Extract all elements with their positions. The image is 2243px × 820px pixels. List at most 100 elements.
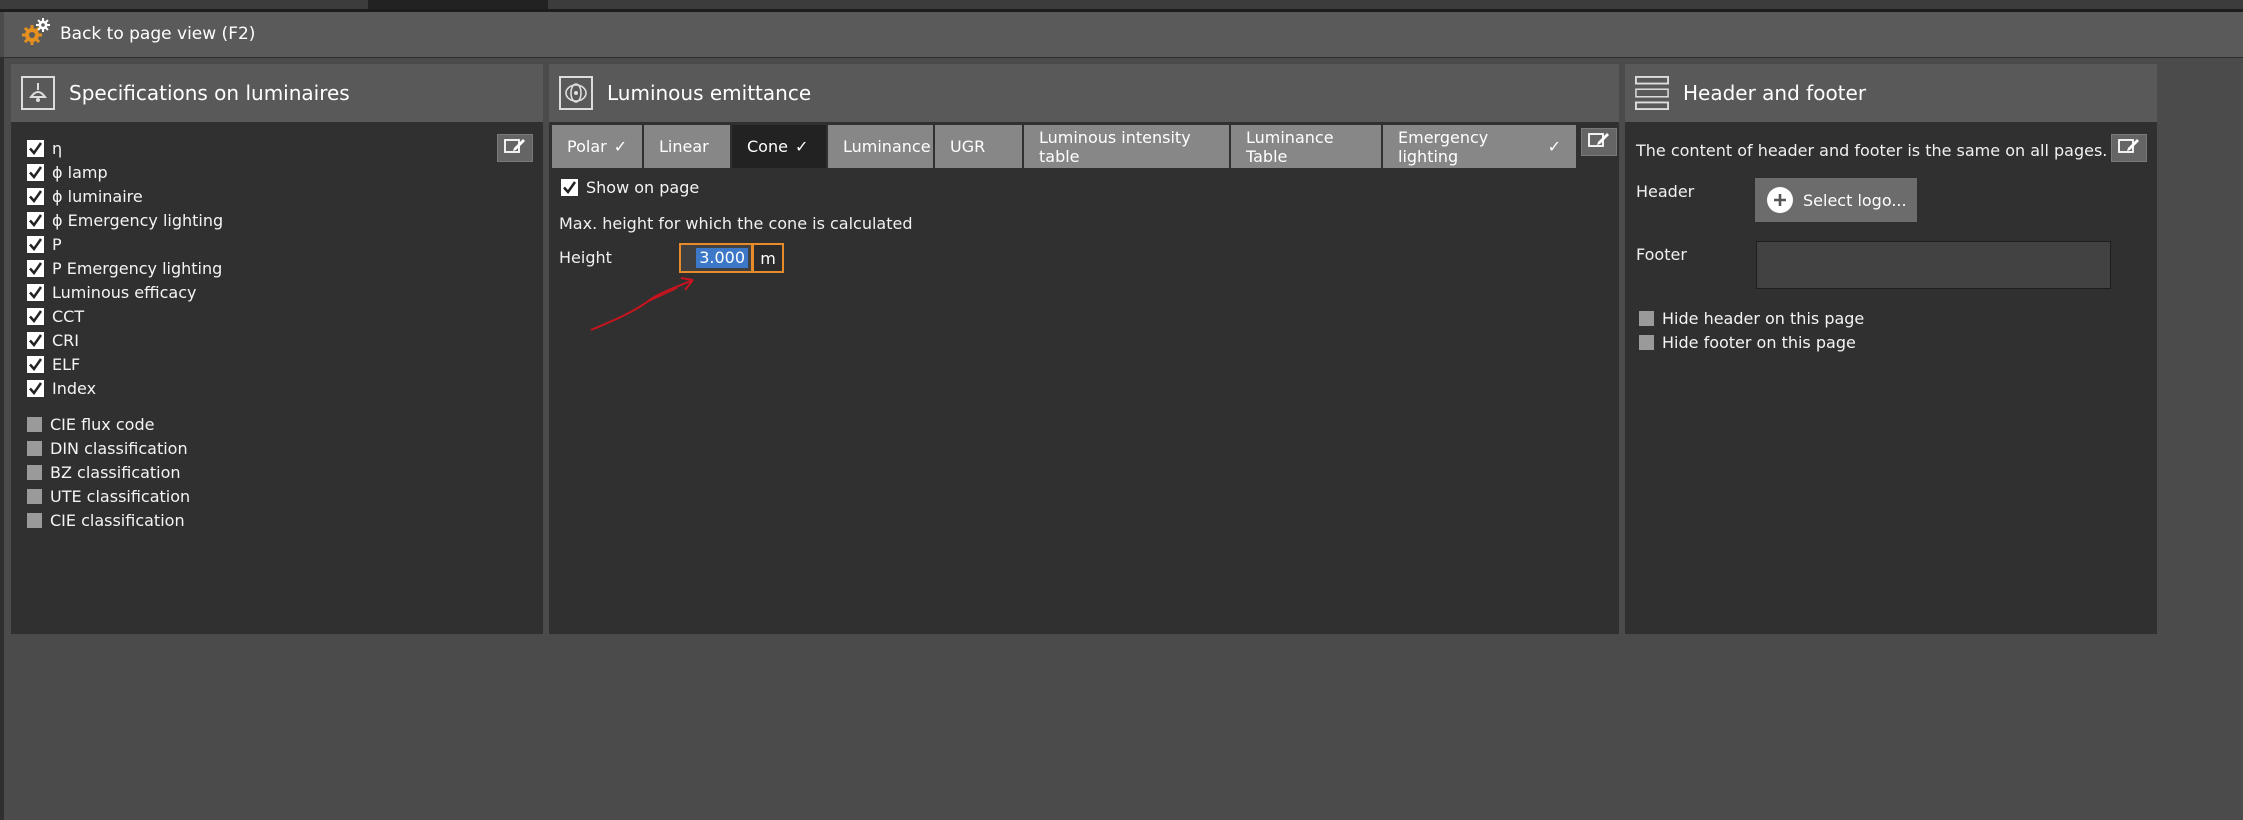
specifications-panel: Specifications on luminaires η ϕ lamp ϕ … bbox=[11, 64, 543, 634]
emittance-edit-button[interactable] bbox=[1581, 128, 1617, 156]
height-input[interactable]: 3.000 bbox=[679, 243, 753, 273]
edit-icon bbox=[1587, 130, 1611, 154]
tab-luminous-intensity-table-label: Luminous intensity table bbox=[1039, 127, 1191, 166]
hide-header-checkbox[interactable]: Hide header on this page bbox=[1639, 307, 1864, 329]
spec-checkbox-cie-classification[interactable]: CIE classification bbox=[27, 509, 185, 531]
spec-label-phi-emergency: ϕ Emergency lighting bbox=[52, 210, 224, 230]
spec-checkbox-din[interactable]: DIN classification bbox=[27, 437, 188, 459]
spec-label-phi-luminaire: ϕ luminaire bbox=[52, 186, 143, 206]
spec-checkbox-bz[interactable]: BZ classification bbox=[27, 461, 181, 483]
header-footer-panel-title: Header and footer bbox=[1683, 81, 1867, 105]
tab-luminance[interactable]: Luminance bbox=[828, 125, 933, 168]
spec-checkbox-phi-luminaire[interactable]: ϕ luminaire bbox=[27, 185, 143, 207]
header-footer-panel: Header and footer The content of header … bbox=[1625, 64, 2157, 634]
max-height-description: Max. height for which the cone is calcul… bbox=[559, 214, 913, 233]
tab-luminous-intensity-table[interactable]: Luminous intensity table bbox=[1024, 125, 1229, 168]
spec-checkbox-cie-flux-code[interactable]: CIE flux code bbox=[27, 413, 154, 435]
header-footer-panel-header: Header and footer bbox=[1625, 64, 2157, 122]
back-to-page-view-button[interactable]: Back to page view (F2) bbox=[20, 16, 255, 52]
tab-ugr-label: UGR bbox=[950, 137, 986, 156]
hide-footer-label: Hide footer on this page bbox=[1662, 332, 1856, 352]
annotation-arrow-icon bbox=[590, 277, 694, 331]
checkbox-checked-icon bbox=[27, 379, 44, 397]
gear-icon bbox=[20, 16, 52, 52]
spec-label-cct: CCT bbox=[52, 306, 85, 326]
spec-checkbox-elf[interactable]: ELF bbox=[27, 353, 80, 375]
footer-content-field[interactable] bbox=[1756, 241, 2111, 289]
tab-luminance-table-label: Luminance Table bbox=[1246, 127, 1334, 166]
spec-checkbox-eta[interactable]: η bbox=[27, 137, 62, 159]
spec-checkbox-phi-emergency[interactable]: ϕ Emergency lighting bbox=[27, 209, 223, 231]
spec-label-p: P bbox=[52, 234, 62, 254]
header-footer-edit-button[interactable] bbox=[2111, 134, 2147, 162]
spec-checkbox-cct[interactable]: CCT bbox=[27, 305, 84, 327]
select-logo-button[interactable]: Select logo... bbox=[1755, 178, 1917, 222]
show-on-page-label: Show on page bbox=[586, 177, 700, 197]
tab-luminance-table[interactable]: Luminance Table bbox=[1231, 125, 1381, 168]
footer-label: Footer bbox=[1636, 245, 1687, 264]
back-toolbar: Back to page view (F2) bbox=[4, 12, 2243, 58]
header-label: Header bbox=[1636, 182, 1695, 201]
checkbox-checked-icon bbox=[27, 355, 44, 373]
spec-checkbox-index[interactable]: Index bbox=[27, 377, 96, 399]
height-label: Height bbox=[559, 248, 612, 267]
spec-checkbox-p[interactable]: P bbox=[27, 233, 62, 255]
plus-icon bbox=[1767, 187, 1793, 213]
luminaire-icon bbox=[21, 76, 55, 110]
height-unit: m bbox=[752, 243, 784, 273]
top-strip bbox=[0, 0, 2243, 9]
tab-emergency-lighting[interactable]: Emergency lighting ✓ bbox=[1383, 125, 1576, 168]
spec-checkbox-phi-lamp[interactable]: ϕ lamp bbox=[27, 161, 108, 183]
checkbox-unchecked-icon bbox=[27, 512, 42, 528]
spec-checkbox-ute[interactable]: UTE classification bbox=[27, 485, 190, 507]
hide-footer-checkbox[interactable]: Hide footer on this page bbox=[1639, 331, 1856, 353]
checkbox-unchecked-icon bbox=[1639, 310, 1654, 326]
checkbox-unchecked-icon bbox=[27, 464, 42, 480]
height-value: 3.000 bbox=[696, 248, 748, 268]
luminous-emittance-panel: Luminous emittance Polar ✓ Linear Cone ✓ L… bbox=[549, 64, 1619, 634]
spec-label-cie-flux-code: CIE flux code bbox=[50, 414, 155, 434]
spec-label-index: Index bbox=[52, 378, 97, 398]
check-icon: ✓ bbox=[1547, 137, 1561, 156]
checkbox-checked-icon bbox=[27, 259, 44, 277]
checkbox-checked-icon bbox=[27, 211, 44, 229]
show-on-page-checkbox[interactable]: Show on page bbox=[561, 176, 699, 198]
spec-label-cri: CRI bbox=[52, 330, 80, 350]
check-icon: ✓ bbox=[794, 137, 809, 156]
spec-checkbox-p-emergency[interactable]: P Emergency lighting bbox=[27, 257, 222, 279]
edit-icon bbox=[2117, 136, 2141, 160]
spec-label-elf: ELF bbox=[52, 354, 81, 374]
tab-polar[interactable]: Polar ✓ bbox=[552, 125, 642, 168]
checkbox-unchecked-icon bbox=[27, 488, 42, 504]
tab-linear-label: Linear bbox=[659, 137, 709, 156]
specifications-panel-title: Specifications on luminaires bbox=[69, 81, 350, 105]
spec-label-eta: η bbox=[52, 138, 63, 158]
luminous-emittance-icon bbox=[559, 76, 593, 110]
edit-icon bbox=[503, 136, 527, 160]
check-icon: ✓ bbox=[613, 137, 628, 156]
spec-checkbox-luminous-efficacy[interactable]: Luminous efficacy bbox=[27, 281, 196, 303]
spec-label-luminous-efficacy: Luminous efficacy bbox=[52, 282, 197, 302]
header-footer-info: The content of header and footer is the … bbox=[1636, 141, 2108, 160]
specifications-edit-button[interactable] bbox=[497, 134, 533, 162]
spec-label-p-emergency: P Emergency lighting bbox=[52, 258, 223, 278]
checkbox-checked-icon bbox=[27, 163, 44, 181]
tab-emergency-lighting-label: Emergency lighting bbox=[1398, 127, 1489, 166]
checkbox-unchecked-icon bbox=[27, 440, 42, 456]
specifications-panel-header: Specifications on luminaires bbox=[11, 64, 543, 122]
tab-polar-label: Polar bbox=[567, 137, 607, 156]
checkbox-checked-icon bbox=[27, 187, 44, 205]
checkbox-checked-icon bbox=[561, 178, 578, 196]
back-to-page-view-label: Back to page view (F2) bbox=[60, 24, 256, 44]
left-edge bbox=[0, 57, 4, 820]
spec-label-bz: BZ classification bbox=[50, 462, 181, 482]
checkbox-unchecked-icon bbox=[27, 416, 42, 432]
tab-ugr[interactable]: UGR bbox=[935, 125, 1022, 168]
tab-linear[interactable]: Linear bbox=[644, 125, 730, 168]
spec-label-din: DIN classification bbox=[50, 438, 188, 458]
hide-header-label: Hide header on this page bbox=[1662, 308, 1865, 328]
tab-cone-label: Cone bbox=[747, 137, 788, 156]
tab-cone[interactable]: Cone ✓ bbox=[732, 125, 826, 168]
luminous-emittance-panel-header: Luminous emittance bbox=[549, 64, 1619, 122]
spec-checkbox-cri[interactable]: CRI bbox=[27, 329, 79, 351]
